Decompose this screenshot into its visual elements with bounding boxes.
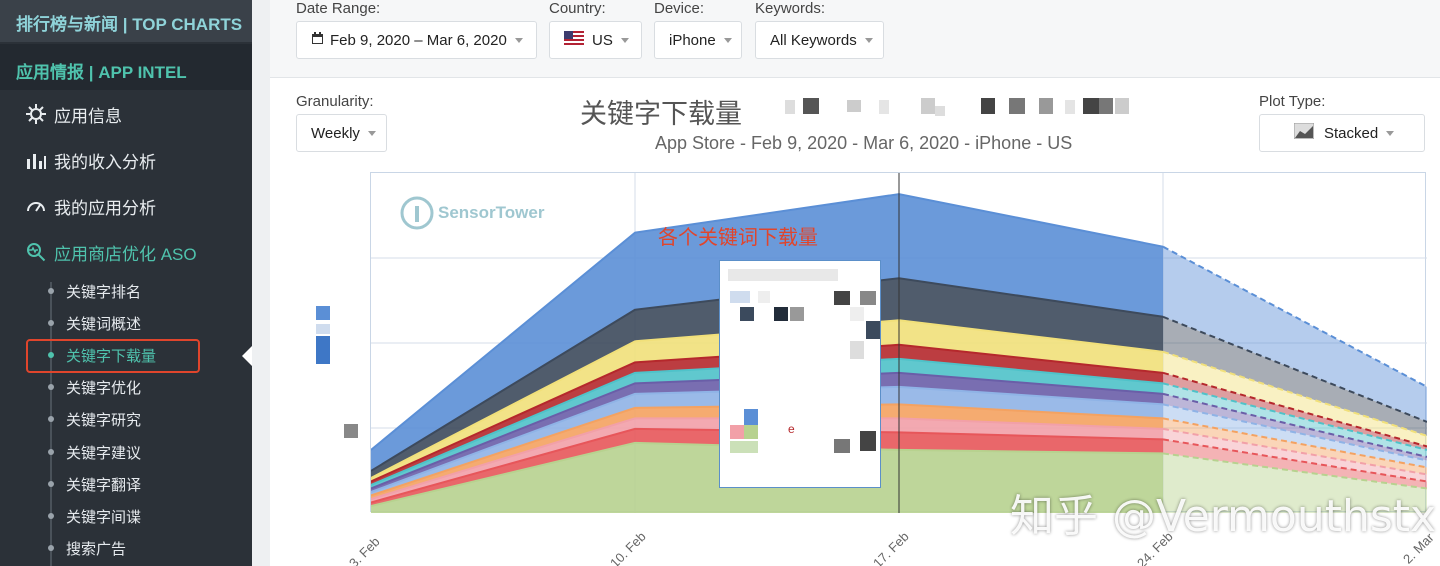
submenu-keyword-ranking[interactable]: 关键字排名: [48, 278, 141, 304]
sidebar-item-app-analysis[interactable]: 我的应用分析: [24, 191, 156, 221]
bullet: [48, 288, 54, 294]
keywords-label: Keywords:: [755, 0, 826, 17]
sidebar-item-aso[interactable]: 应用商店优化 ASO: [24, 237, 197, 267]
chevron-down-icon: [514, 37, 523, 43]
submenu-keyword-spy[interactable]: 关键字间谍: [48, 503, 141, 529]
plot-type-label: Plot Type:: [1259, 93, 1326, 110]
sidebar-item-label: 应用商店优化 ASO: [54, 244, 197, 264]
logo-text: SensorTower: [438, 203, 545, 222]
submenu-keyword-translate[interactable]: 关键字翻译: [48, 471, 141, 497]
app-info-icon: [24, 102, 48, 126]
calendar-icon: [311, 31, 324, 49]
app-intel-label: 应用情报 | APP INTEL: [16, 63, 187, 82]
chevron-down-icon: [723, 37, 732, 43]
country-select[interactable]: US: [549, 21, 642, 59]
submenu-label: 关键字优化: [66, 379, 142, 397]
granularity-select[interactable]: Weekly: [296, 114, 387, 152]
aso-search-icon: [24, 240, 48, 264]
submenu-label: 搜索广告: [66, 540, 127, 558]
submenu-label: 关键词概述: [66, 315, 142, 333]
date-range-value: Feb 9, 2020 – Mar 6, 2020: [330, 31, 507, 49]
submenu-search-ads[interactable]: 搜索广告: [48, 535, 126, 561]
country-value: US: [592, 31, 613, 49]
bullet: [48, 320, 54, 326]
top-charts-label: 排行榜与新闻 | TOP CHARTS: [16, 15, 243, 34]
submenu-label: 关键字建议: [66, 444, 142, 462]
revenue-chart-icon: [24, 148, 48, 172]
sidebar-item-label: 我的收入分析: [54, 152, 156, 172]
chevron-down-icon: [367, 130, 376, 136]
keywords-select[interactable]: All Keywords: [755, 21, 884, 59]
submenu-label: 关键字排名: [66, 283, 142, 301]
device-label: Device:: [654, 0, 705, 17]
sidebar-item-label: 应用信息: [54, 106, 122, 126]
bullet: [48, 481, 54, 487]
bullet: [48, 545, 54, 551]
granularity-value: Weekly: [311, 124, 360, 142]
chevron-down-icon: [864, 37, 873, 43]
redacted-app-name: [775, 98, 1135, 118]
device-value: iPhone: [669, 31, 716, 49]
granularity-label: Granularity:: [296, 93, 374, 110]
chart-tooltip: e: [719, 260, 881, 488]
plot-type-value: Stacked: [1324, 124, 1379, 142]
country-label: Country:: [549, 0, 606, 17]
date-range-select[interactable]: Feb 9, 2020 – Mar 6, 2020: [296, 21, 537, 59]
chart-annotation: 各个关键词下载量: [658, 227, 818, 249]
chart-title: 关键字下载量: [580, 99, 742, 129]
submenu-keyword-overview[interactable]: 关键词概述: [48, 310, 141, 336]
bullet: [48, 384, 54, 390]
redacted-tooltip-content: e: [728, 269, 880, 453]
sensortower-logo: SensorTower: [400, 196, 544, 230]
chevron-down-icon: [620, 37, 629, 43]
sidebar-item-label: 我的应用分析: [54, 198, 156, 218]
plot-type-select[interactable]: Stacked: [1259, 114, 1425, 152]
redacted-ytick: [344, 424, 358, 438]
submenu-label: 关键字间谍: [66, 508, 142, 526]
svg-text:e: e: [788, 422, 795, 436]
sidebar-item-app-info[interactable]: 应用信息: [24, 99, 122, 129]
area-chart-icon: [1293, 122, 1315, 143]
device-select[interactable]: iPhone: [654, 21, 742, 59]
watermark: 知乎 @Vermouthstx: [1010, 491, 1437, 542]
highlight-box: [26, 339, 200, 373]
gauge-icon: [24, 194, 48, 218]
submenu-keyword-suggestions[interactable]: 关键字建议: [48, 439, 141, 465]
submenu-label: 关键字翻译: [66, 476, 142, 494]
bullet: [48, 513, 54, 519]
redacted-ylabel: [316, 306, 330, 366]
chart-subtitle: App Store - Feb 9, 2020 - Mar 6, 2020 - …: [655, 133, 1073, 153]
sidebar-app-intel[interactable]: 应用情报 | APP INTEL: [0, 44, 252, 90]
submenu-keyword-research[interactable]: 关键字研究: [48, 406, 141, 432]
submenu-keyword-optimization[interactable]: 关键字优化: [48, 374, 141, 400]
bullet: [48, 449, 54, 455]
sensortower-logo-icon: [400, 196, 434, 230]
sidebar-item-revenue[interactable]: 我的收入分析: [24, 145, 156, 175]
chevron-down-icon: [1386, 130, 1395, 136]
submenu-label: 关键字研究: [66, 411, 142, 429]
active-caret: [242, 346, 252, 366]
sidebar-top-charts[interactable]: 排行榜与新闻 | TOP CHARTS: [0, 0, 252, 42]
us-flag-icon: [564, 31, 584, 49]
keywords-value: All Keywords: [770, 31, 857, 49]
bullet: [48, 416, 54, 422]
date-range-label: Date Range:: [296, 0, 381, 17]
